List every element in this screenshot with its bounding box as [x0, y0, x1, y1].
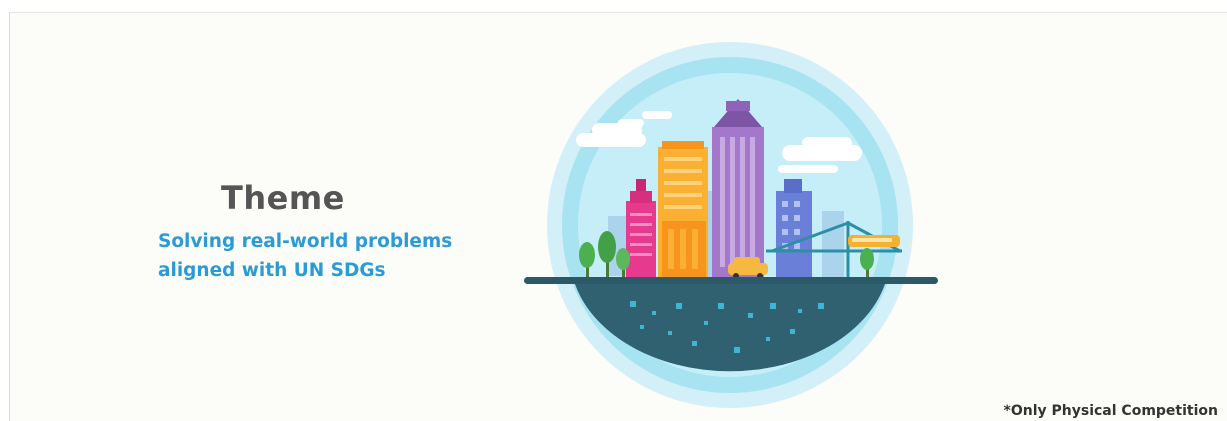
- theme-subtitle: Solving real-world problems aligned with…: [158, 227, 452, 285]
- footnote-physical-competition: *Only Physical Competition: [1003, 403, 1218, 419]
- blue-building: [776, 179, 812, 277]
- theme-subtitle-line-1: Solving real-world problems: [158, 231, 453, 252]
- banner-panel: Theme Solving real-world problems aligne…: [9, 12, 1227, 421]
- purple-skyscraper: [712, 99, 764, 277]
- pink-tower: [626, 179, 656, 277]
- theme-title: Theme: [221, 179, 345, 217]
- city-globe-illustration: [524, 42, 938, 408]
- orange-tower: [658, 141, 708, 277]
- train-icon: [848, 235, 900, 247]
- theme-subtitle-line-2: aligned with UN SDGs: [158, 260, 386, 281]
- ground-line: [524, 277, 938, 284]
